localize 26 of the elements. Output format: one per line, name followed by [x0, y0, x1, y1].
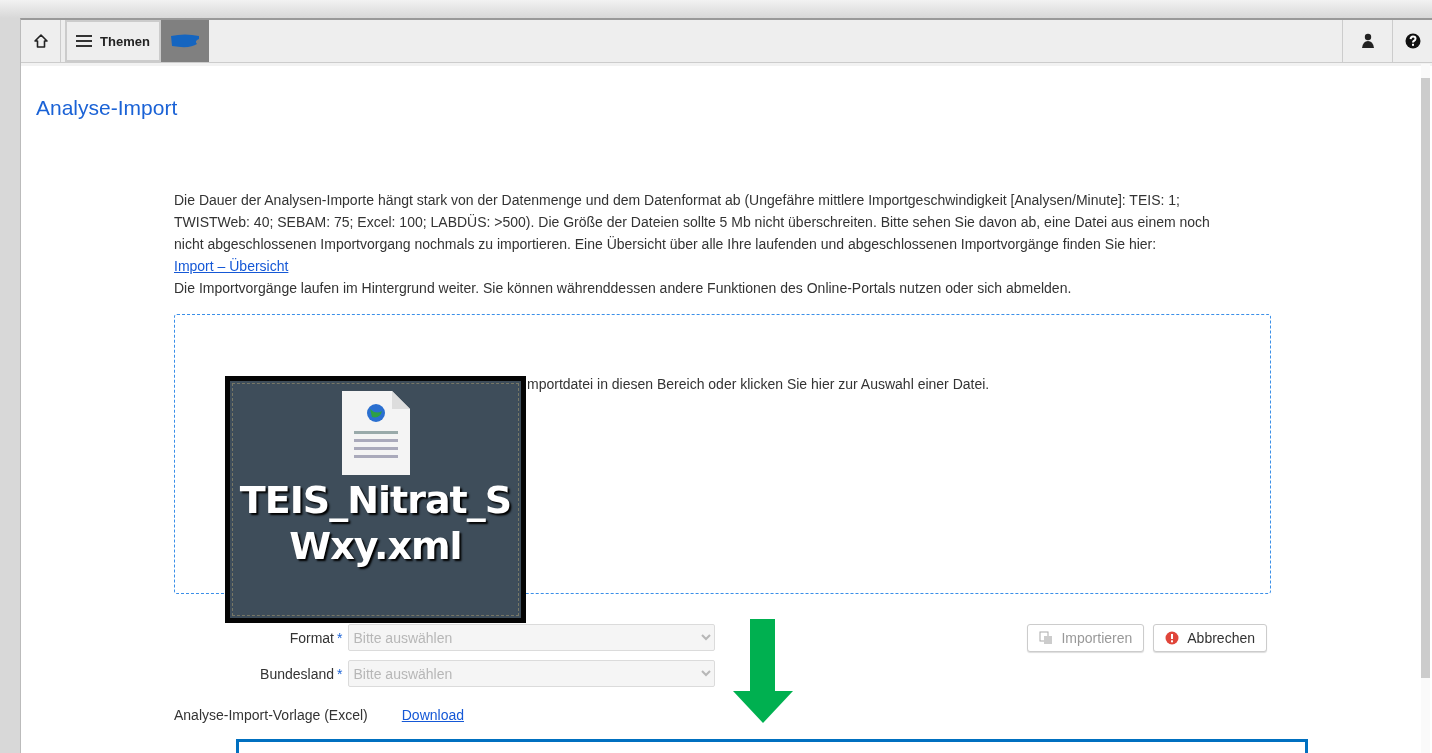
scrollbar[interactable] — [1421, 64, 1430, 753]
template-label: Analyse-Import-Vorlage (Excel) — [174, 706, 368, 725]
help-icon — [1404, 33, 1421, 49]
file-name: Wxy.xml — [289, 523, 462, 569]
page-title: Analyse-Import — [36, 96, 179, 120]
info-text: Die Importvorgänge laufen im Hintergrund weiter. Sie können währenddessen andere Funktionen des Online-Portals nutzen oder sich abmelden. — [174, 279, 1073, 298]
home-icon — [32, 33, 49, 49]
download-link[interactable]: Download — [401, 704, 464, 726]
import-icon — [1039, 631, 1054, 645]
xml-file-icon — [339, 389, 412, 477]
dragged-file[interactable]: TEIS_Nitrat_S Wxy.xml — [225, 376, 526, 623]
down-arrow-icon — [733, 619, 793, 723]
menu-icon — [76, 34, 93, 48]
field-label: Bundesland — [259, 664, 334, 684]
overview-link[interactable]: Import – Übersicht — [174, 258, 289, 274]
user-icon — [1360, 33, 1375, 49]
intro-text: Die Dauer der Analysen-Importe hängt stark von der Datenmenge und dem Datenformat ab (Ungefähre mittlere Importgeschwindigkeit [Analysen/Minute]: TEIS: 1; TWISTWeb: 40; SEBAM: 75; Excel: 100; LABDÜS: >500). Die Größe der Dateien sollte 5 Mb nicht überschreiten. Bitte sehen Sie davon ab, eine Datei aus einem noch nicht abgeschlossenen Importvorgang nochmals zu importieren. Eine Übersicht über alle Ihre laufenden und abgeschlossenen Importvorgänge finden Sie hier: — [174, 191, 1211, 254]
themes-button[interactable]: Themen — [65, 20, 161, 62]
required-mark: * — [337, 628, 343, 648]
drop-zone-text: mportdatei in diesen Bereich oder klicken Sie hier zur Auswahl einer Datei. — [527, 376, 990, 392]
file-name: TEIS_Nitrat_S — [239, 477, 512, 523]
error-icon — [1165, 631, 1180, 645]
required-mark: * — [337, 664, 343, 684]
cancel-button[interactable]: Abbrechen — [1153, 624, 1267, 652]
field-label: Format — [288, 628, 334, 648]
logo-icon — [170, 33, 200, 49]
